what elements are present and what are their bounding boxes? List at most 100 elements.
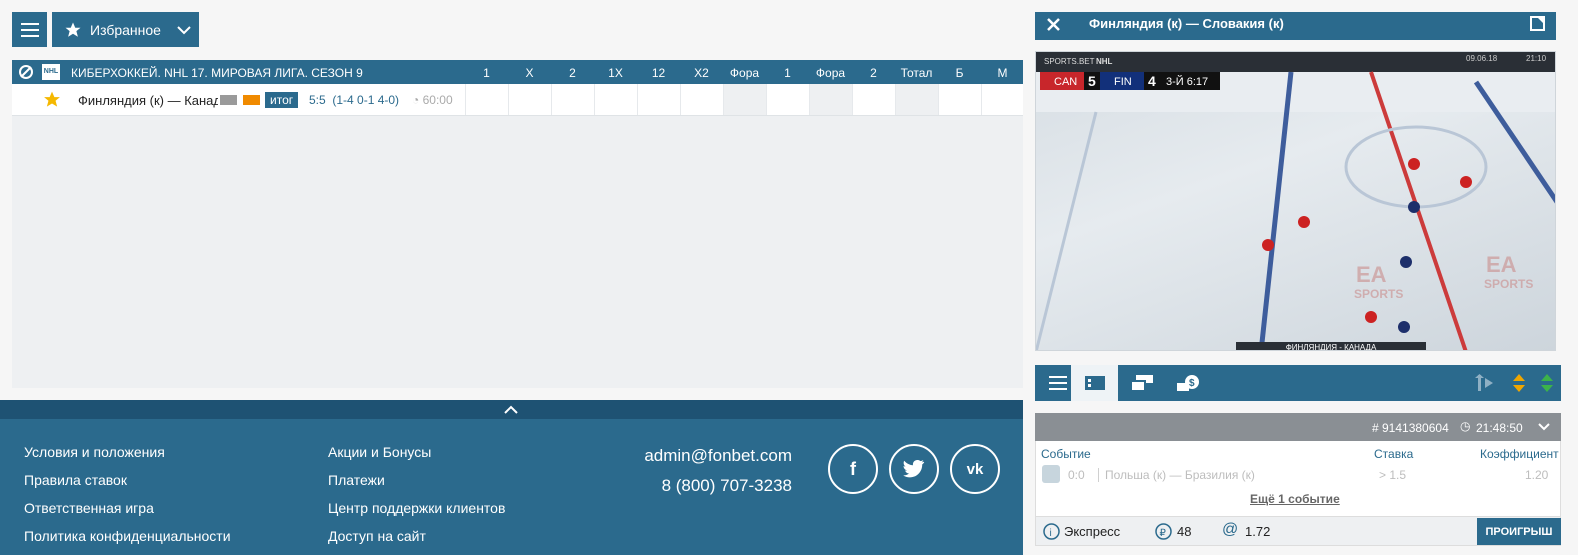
favorite-star-icon[interactable] (42, 90, 62, 109)
event-score: 5:5 (1-4 0-1 4-0) (309, 93, 400, 107)
column-stake: Ставка (1374, 447, 1414, 461)
hamburger-icon (1049, 376, 1067, 390)
footer-link[interactable]: Ответственная игра (24, 500, 154, 516)
clock-icon: ◷ (1460, 419, 1471, 433)
svg-text:09.06.18: 09.06.18 (1466, 54, 1498, 63)
chevron-down-icon[interactable] (1538, 423, 1550, 431)
bet-number: # 9141380604 (1372, 421, 1449, 435)
info-icon[interactable]: i (1043, 523, 1060, 540)
bet-item: 0:0 Польша (к) — Бразилия (к) > 1.5 1.20 (1036, 463, 1560, 484)
nhl-logo-icon: NHL (42, 64, 60, 80)
bet-type: Экспресс (1064, 524, 1121, 539)
odds-cell[interactable] (852, 84, 895, 115)
footer-link[interactable]: Правила ставок (24, 472, 127, 488)
footer-link[interactable]: Акции и Бонусы (328, 444, 431, 460)
result-badge: ПРОИГРЫШ (1477, 518, 1561, 545)
odds-cell[interactable] (981, 84, 1024, 115)
svg-text:CAN: CAN (1054, 76, 1077, 88)
footer-link[interactable]: Платежи (328, 472, 385, 488)
event-name[interactable]: Финляндия (к) — Канада (к) (78, 93, 218, 108)
expand-icon[interactable] (1530, 16, 1545, 31)
contact-email[interactable]: admin@fonbet.com (592, 446, 792, 466)
bets-icon (1130, 375, 1153, 392)
footer-link[interactable]: Центр поддержки клиентов (328, 500, 505, 516)
svg-text:$: $ (1189, 378, 1195, 389)
column-header: Фора (815, 66, 846, 80)
video-title: Финляндия (к) — Словакия (к) (1089, 16, 1284, 31)
favorites-label: Избранное (90, 21, 161, 38)
event-timer: ◔ 60:00 (412, 93, 453, 107)
svg-text:21:10: 21:10 (1526, 54, 1547, 63)
svg-text:FIN: FIN (1114, 76, 1132, 88)
tab-bets[interactable] (1119, 365, 1165, 401)
total-coef: 1.72 (1245, 524, 1271, 539)
footer-link[interactable]: Условия и положения (24, 444, 165, 460)
odds-cell[interactable] (938, 84, 981, 115)
odds-change-up-down-icon[interactable] (1512, 373, 1526, 393)
odds-cell[interactable] (680, 84, 723, 115)
bet-amount: 48 (1177, 524, 1192, 539)
league-title: КИБЕРХОККЕЙ. NHL 17. МИРОВАЯ ЛИГА. СЕЗОН… (71, 66, 363, 80)
star-icon (65, 22, 81, 37)
odds-cell[interactable] (465, 84, 508, 115)
footer-link[interactable]: Доступ на сайт (328, 528, 426, 544)
bet-time: 21:48:50 (1476, 421, 1523, 435)
column-header: М (997, 66, 1008, 80)
coupon-tabs: $ (1035, 365, 1561, 401)
sort-icon[interactable] (1475, 374, 1497, 392)
footer-toggle[interactable] (0, 400, 1023, 419)
svg-text:SPORTS: SPORTS (1484, 277, 1533, 291)
odds-cell[interactable] (508, 84, 551, 115)
video-player[interactable]: ФИНЛЯНДИЯ - КАНАДА SPORTS.BET NHL CAN 5 … (1035, 51, 1556, 351)
facebook-icon[interactable]: f (828, 444, 878, 494)
twitter-icon[interactable] (889, 444, 939, 494)
odds-cell[interactable] (809, 84, 852, 115)
svg-text:4: 4 (1148, 73, 1156, 89)
bet-item-score: 0:0 (1068, 468, 1085, 482)
bet-item-coef: 1.20 (1525, 468, 1549, 482)
column-header: Б (955, 66, 964, 80)
video-icon[interactable] (243, 95, 260, 105)
cash-icon: $ (1177, 375, 1199, 391)
odds-cell[interactable] (766, 84, 809, 115)
odds-cell[interactable] (594, 84, 637, 115)
favorites-dropdown[interactable]: Избранное (52, 12, 199, 47)
sport-icon (1042, 465, 1060, 483)
close-icon[interactable] (1046, 17, 1061, 32)
tv-icon[interactable] (220, 95, 237, 105)
contact-phone: 8 (800) 707-3238 (661, 476, 792, 495)
vk-icon[interactable]: vk (950, 444, 1000, 494)
odds-change-up-icon[interactable] (1540, 373, 1554, 393)
coef-icon: @ (1222, 521, 1239, 538)
video-header: Финляндия (к) — Словакия (к) (1035, 12, 1556, 40)
column-header: 1X (608, 66, 623, 80)
odds-cell[interactable] (551, 84, 594, 115)
odds-cell[interactable] (637, 84, 680, 115)
svg-text:SPORTS: SPORTS (1354, 287, 1403, 301)
menu-button[interactable] (12, 12, 47, 47)
footer: Условия и положения Правила ставок Ответ… (0, 419, 1023, 555)
bet-item-event: Польша (к) — Бразилия (к) (1098, 468, 1255, 482)
svg-text:5: 5 (1088, 73, 1096, 89)
svg-text:NHL: NHL (1096, 57, 1113, 66)
svg-text:ФИНЛЯНДИЯ - КАНАДА: ФИНЛЯНДИЯ - КАНАДА (1286, 343, 1377, 351)
column-header: Тотал (900, 66, 933, 80)
bet-footer: i Экспресс ₽ 48 @ 1.72 ПРОИГРЫШ (1035, 516, 1561, 546)
odds-cell[interactable] (895, 84, 938, 115)
svg-text:3-Й 6:17: 3-Й 6:17 (1166, 75, 1208, 88)
column-event: Событие (1041, 447, 1091, 461)
more-events-link[interactable]: Ещё 1 событие (1250, 492, 1340, 506)
odds-cell[interactable] (723, 84, 766, 115)
tab-cash[interactable]: $ (1165, 365, 1211, 401)
hockey-icon (19, 65, 33, 79)
event-row[interactable]: Финляндия (к) — Канада (к) итог 5:5 (1-4… (12, 84, 1023, 116)
bet-header: # 9141380604 ◷ 21:48:50 (1035, 413, 1561, 441)
hamburger-icon (20, 22, 39, 37)
footer-link[interactable]: Политика конфиденциальности (24, 528, 231, 544)
svg-text:SPORTS.BET: SPORTS.BET (1044, 57, 1095, 66)
svg-text:EA: EA (1486, 252, 1517, 277)
tab-coupon[interactable] (1071, 365, 1118, 401)
rouble-icon: ₽ (1155, 523, 1172, 540)
league-header: NHL КИБЕРХОККЕЙ. NHL 17. МИРОВАЯ ЛИГА. С… (12, 60, 1023, 84)
column-header: 2 (569, 66, 576, 80)
